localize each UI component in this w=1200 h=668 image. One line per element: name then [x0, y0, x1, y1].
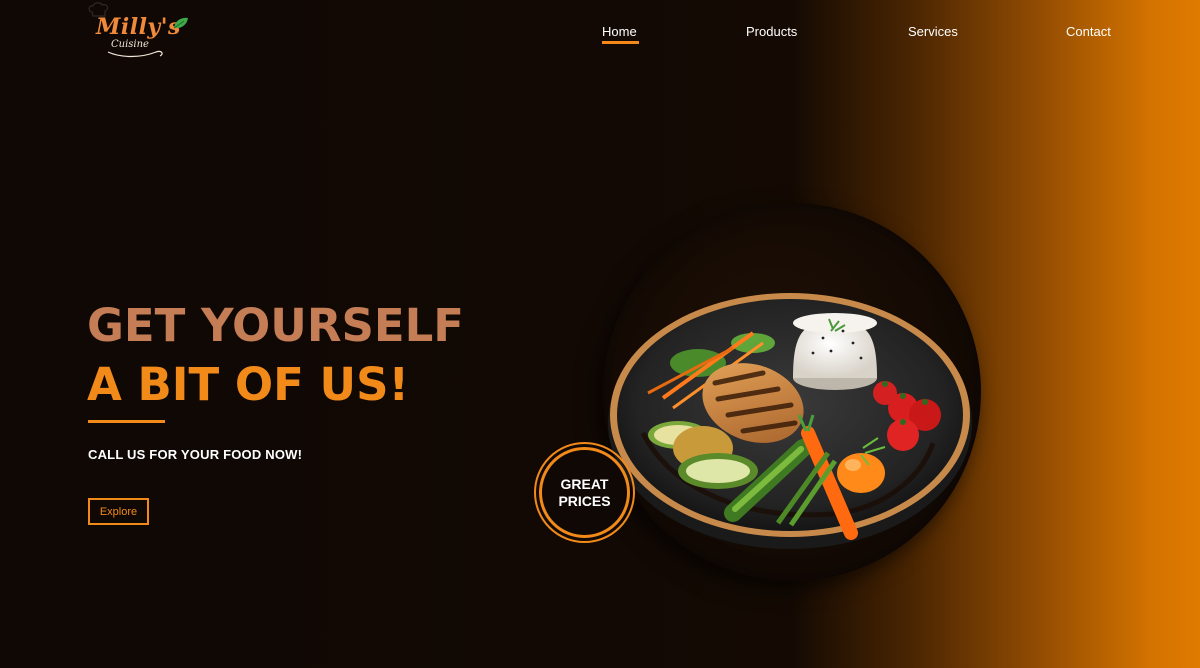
- nav-services[interactable]: Services: [908, 24, 958, 39]
- badge-line-1: GREAT: [560, 475, 609, 492]
- main-nav: Home Products Services Contact: [0, 24, 1200, 48]
- hero-headline: GET YOURSELF A BIT OF US!: [87, 296, 464, 414]
- nav-products[interactable]: Products: [746, 24, 797, 39]
- great-prices-badge: GREAT PRICES: [534, 442, 635, 543]
- headline-line-1: GET YOURSELF: [87, 299, 465, 352]
- hero-tagline: CALL US FOR YOUR FOOD NOW!: [88, 447, 303, 462]
- plate-illustration: [608, 293, 972, 549]
- badge-line-2: PRICES: [558, 492, 611, 509]
- food-plate-image: [603, 203, 981, 581]
- nav-contact[interactable]: Contact: [1066, 24, 1111, 39]
- headline-line-2: A BIT OF US!: [87, 358, 410, 411]
- headline-divider: [88, 420, 165, 423]
- badge-inner-circle: GREAT PRICES: [539, 447, 630, 538]
- nav-home[interactable]: Home: [602, 24, 637, 39]
- active-nav-indicator: [602, 41, 639, 44]
- explore-button[interactable]: Explore: [88, 498, 149, 525]
